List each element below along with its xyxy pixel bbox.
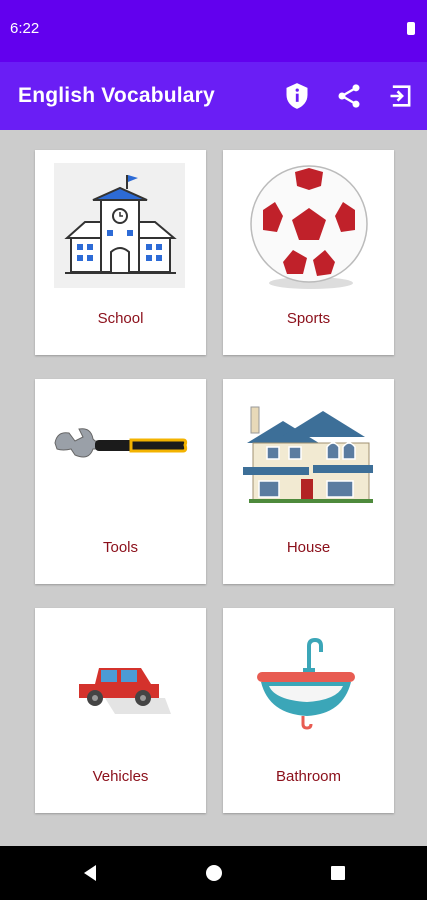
share-icon[interactable] — [335, 82, 363, 110]
category-label: Vehicles — [92, 768, 149, 785]
category-grid: School Sports Tools House Vehicles Bathr… — [0, 130, 427, 846]
category-label: Bathroom — [275, 768, 342, 785]
sink-icon — [223, 608, 394, 758]
category-card-sports[interactable]: Sports — [223, 150, 394, 355]
category-label: House — [286, 539, 331, 556]
app-title: English Vocabulary — [18, 84, 215, 107]
category-card-school[interactable]: School — [35, 150, 206, 355]
category-card-house[interactable]: House — [223, 379, 394, 584]
category-label: Sports — [286, 310, 331, 327]
info-icon[interactable] — [283, 82, 311, 110]
back-icon[interactable] — [80, 863, 100, 883]
battery-icon — [407, 22, 415, 35]
recents-icon[interactable] — [328, 863, 348, 883]
home-icon[interactable] — [204, 863, 224, 883]
status-time: 6:22 — [10, 20, 40, 37]
system-nav-bar — [0, 846, 427, 900]
status-bar: 6:22 — [0, 0, 427, 62]
car-icon — [35, 608, 206, 758]
house-icon — [223, 379, 394, 529]
category-card-tools[interactable]: Tools — [35, 379, 206, 584]
wrench-icon — [35, 379, 206, 529]
category-label: School — [97, 310, 144, 327]
category-label: Tools — [102, 539, 139, 556]
exit-icon[interactable] — [387, 82, 415, 110]
school-building-icon — [35, 150, 206, 300]
app-bar: English Vocabulary — [0, 62, 427, 130]
category-card-vehicles[interactable]: Vehicles — [35, 608, 206, 813]
soccer-ball-icon — [223, 150, 394, 300]
category-card-bathroom[interactable]: Bathroom — [223, 608, 394, 813]
